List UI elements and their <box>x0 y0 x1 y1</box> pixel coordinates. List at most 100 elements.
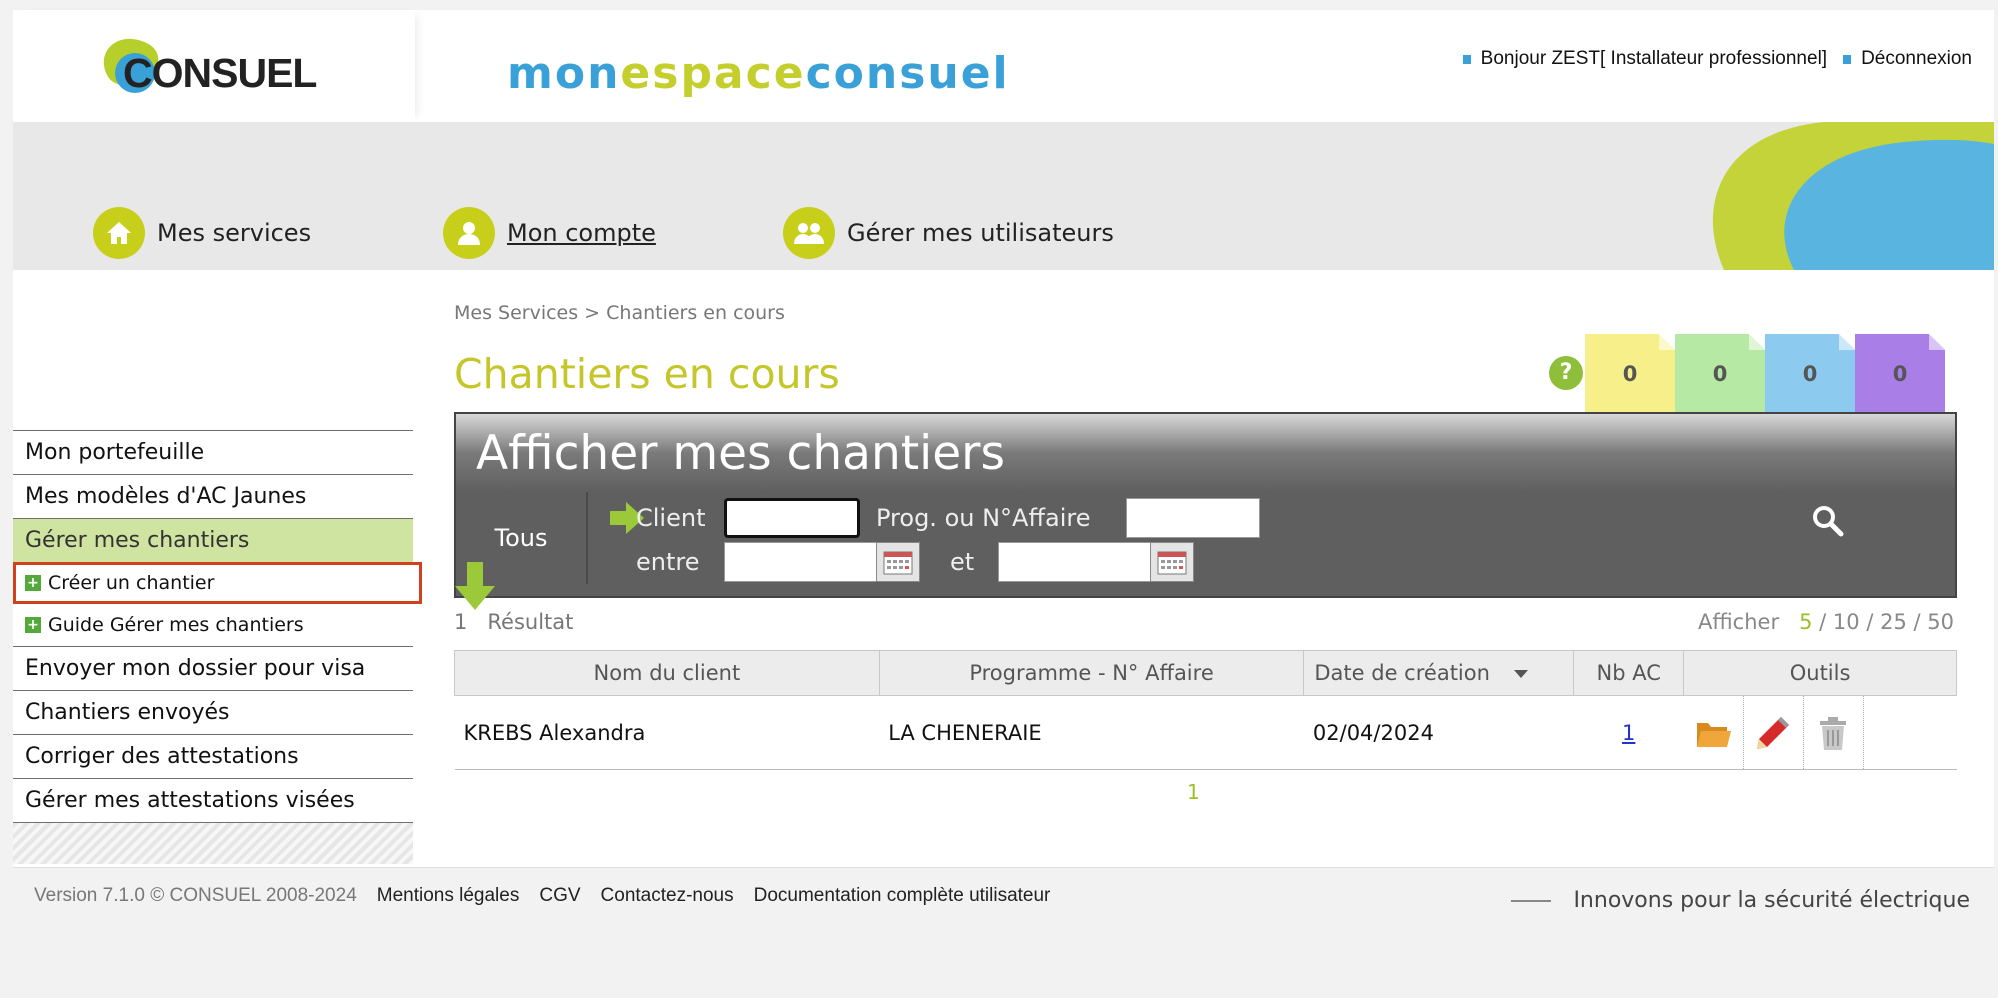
pagination-page[interactable]: 1 <box>1187 780 1200 804</box>
filter-panel: Afficher mes chantiers Tous Client Prog.… <box>454 412 1957 598</box>
footer-links: Version 7.1.0 © CONSUEL 2008-2024 Mentio… <box>34 885 1050 907</box>
logo-text: CONSUEL <box>123 50 317 96</box>
between-label: entre <box>636 548 700 576</box>
main-nav: Mes services Mon compte Gérer mes utilis… <box>13 122 1994 270</box>
sidebar-sub-label: Guide Gérer mes chantiers <box>48 614 304 636</box>
prog-input[interactable] <box>1126 498 1260 538</box>
nav-services[interactable]: Mes services <box>93 207 311 259</box>
footer-link-documentation[interactable]: Documentation complète utilisateur <box>754 885 1051 907</box>
edit-pencil-icon[interactable] <box>1744 696 1804 769</box>
sidebar: Mon portefeuille Mes modèles d'AC Jaunes… <box>13 430 422 864</box>
client-label: Client <box>636 504 706 532</box>
trash-icon[interactable] <box>1804 696 1864 769</box>
col-programme[interactable]: Programme - N° Affaire <box>878 650 1305 696</box>
filter-heading: Afficher mes chantiers <box>456 414 1955 492</box>
result-label: Résultat <box>487 610 574 634</box>
footer: Version 7.1.0 © CONSUEL 2008-2024 Mentio… <box>13 867 1994 998</box>
nav-account[interactable]: Mon compte <box>443 207 656 259</box>
page-size-selector: Afficher 5 / 10 / 25 / 50 <box>1698 610 1954 634</box>
user-area: Bonjour ZEST[ Installateur professionnel… <box>1447 48 1972 70</box>
header: CONSUEL monespaceconsuel Bonjour ZEST[ I… <box>13 10 1994 122</box>
sidebar-item-modeles[interactable]: Mes modèles d'AC Jaunes <box>13 474 413 518</box>
folder-icon[interactable] <box>1684 696 1744 769</box>
slogan-divider <box>1511 899 1552 902</box>
sidebar-hatch <box>13 822 413 864</box>
sidebar-item-corriger[interactable]: Corriger des attestations <box>13 734 413 778</box>
sort-down-icon <box>1513 670 1528 678</box>
footer-link-contact[interactable]: Contactez-nous <box>601 885 734 907</box>
footer-slogan: Innovons pour la sécurité électrique <box>1511 888 1970 913</box>
nav-services-label: Mes services <box>157 219 312 247</box>
nav-users[interactable]: Gérer mes utilisateurs <box>783 207 1114 259</box>
page-size-50[interactable]: 50 <box>1927 610 1954 634</box>
calendar-icon[interactable] <box>876 542 920 582</box>
sidebar-item-chantiers-envoyes[interactable]: Chantiers envoyés <box>13 690 413 734</box>
user-greeting: Bonjour ZEST[ Installateur professionnel… <box>1480 48 1828 69</box>
col-nb-ac[interactable]: Nb AC <box>1573 650 1685 696</box>
home-icon <box>93 207 145 259</box>
cell-tools <box>1683 695 1957 770</box>
user-icon <box>443 207 495 259</box>
counter-yellow[interactable]: 0 <box>1585 334 1675 413</box>
page-size-separator: / <box>1812 610 1833 634</box>
brand-part-mon: mon <box>507 48 621 99</box>
col-nom-client[interactable]: Nom du client <box>454 650 880 696</box>
sidebar-item-gerer-chantiers[interactable]: Gérer mes chantiers <box>13 518 413 562</box>
result-count: 1 Résultat <box>454 610 573 634</box>
decorative-shape-icon <box>1712 122 1994 270</box>
table-header-row: Nom du client Programme - N° Affaire Dat… <box>454 650 1957 696</box>
sidebar-item-portefeuille[interactable]: Mon portefeuille <box>13 430 413 474</box>
cell-client: KREBS Alexandra <box>454 695 880 770</box>
brand-part-espace: espace <box>620 48 806 99</box>
page-size-separator: / <box>1859 610 1881 634</box>
users-group-icon <box>783 207 835 259</box>
footer-version: Version 7.1.0 © CONSUEL 2008-2024 <box>34 885 357 906</box>
bullet-icon <box>1843 54 1852 64</box>
nav-account-label: Mon compte <box>507 219 656 247</box>
consuel-logo[interactable]: CONSUEL <box>13 10 415 122</box>
page-title: Chantiers en cours <box>454 350 840 398</box>
client-input[interactable] <box>724 498 860 538</box>
date-to-input[interactable] <box>998 542 1151 582</box>
col-date-creation[interactable]: Date de création <box>1303 650 1575 696</box>
cell-nb-ac: 1 <box>1573 695 1684 770</box>
result-number: 1 <box>454 610 468 634</box>
search-icon[interactable] <box>1811 504 1845 538</box>
table-row: KREBS Alexandra LA CHENERAIE 02/04/2024 … <box>454 695 1957 770</box>
date-from-input[interactable] <box>724 542 877 582</box>
brand-part-consuel: consuel <box>805 48 1010 99</box>
cell-programme: LA CHENERAIE <box>879 695 1304 770</box>
breadcrumb: Mes Services > Chantiers en cours <box>454 302 785 324</box>
page-size-25[interactable]: 25 <box>1880 610 1907 634</box>
and-label: et <box>950 548 975 576</box>
plus-icon: + <box>25 617 41 633</box>
counter-purple[interactable]: 0 <box>1855 334 1945 413</box>
sidebar-item-envoyer-dossier[interactable]: Envoyer mon dossier pour visa <box>13 646 413 690</box>
brand-title: monespaceconsuel <box>507 48 1010 99</box>
nb-ac-link[interactable]: 1 <box>1622 721 1635 745</box>
page-size-separator: / <box>1906 610 1928 634</box>
arrow-down-icon <box>455 562 495 610</box>
sidebar-sub-guide[interactable]: + Guide Gérer mes chantiers <box>13 604 413 646</box>
col-date-label: Date de création <box>1314 661 1490 685</box>
show-label: Afficher <box>1698 610 1780 634</box>
page-size-10[interactable]: 10 <box>1833 610 1860 634</box>
slogan-text: Innovons pour la sécurité électrique <box>1573 888 1970 913</box>
filter-body: Tous Client Prog. ou N°Affaire entre et <box>456 492 1955 596</box>
logout-link[interactable]: Déconnexion <box>1861 48 1972 70</box>
help-icon[interactable]: ? <box>1549 356 1583 390</box>
col-outils: Outils <box>1683 650 1957 696</box>
page: CONSUEL monespaceconsuel Bonjour ZEST[ I… <box>13 10 1994 998</box>
footer-link-cgv[interactable]: CGV <box>539 885 580 907</box>
nav-users-label: Gérer mes utilisateurs <box>847 219 1114 247</box>
counter-green[interactable]: 0 <box>1675 334 1765 413</box>
sidebar-sub-creer-chantier[interactable]: + Créer un chantier <box>13 562 422 604</box>
sidebar-sub-label: Créer un chantier <box>48 572 215 594</box>
prog-label: Prog. ou N°Affaire <box>876 504 1091 532</box>
cell-date: 02/04/2024 <box>1303 695 1574 770</box>
calendar-icon[interactable] <box>1150 542 1194 582</box>
counter-blue[interactable]: 0 <box>1765 334 1855 413</box>
page-size-5[interactable]: 5 <box>1799 610 1812 634</box>
sidebar-item-attestations-visees[interactable]: Gérer mes attestations visées <box>13 778 413 822</box>
footer-link-mentions[interactable]: Mentions légales <box>377 885 520 907</box>
